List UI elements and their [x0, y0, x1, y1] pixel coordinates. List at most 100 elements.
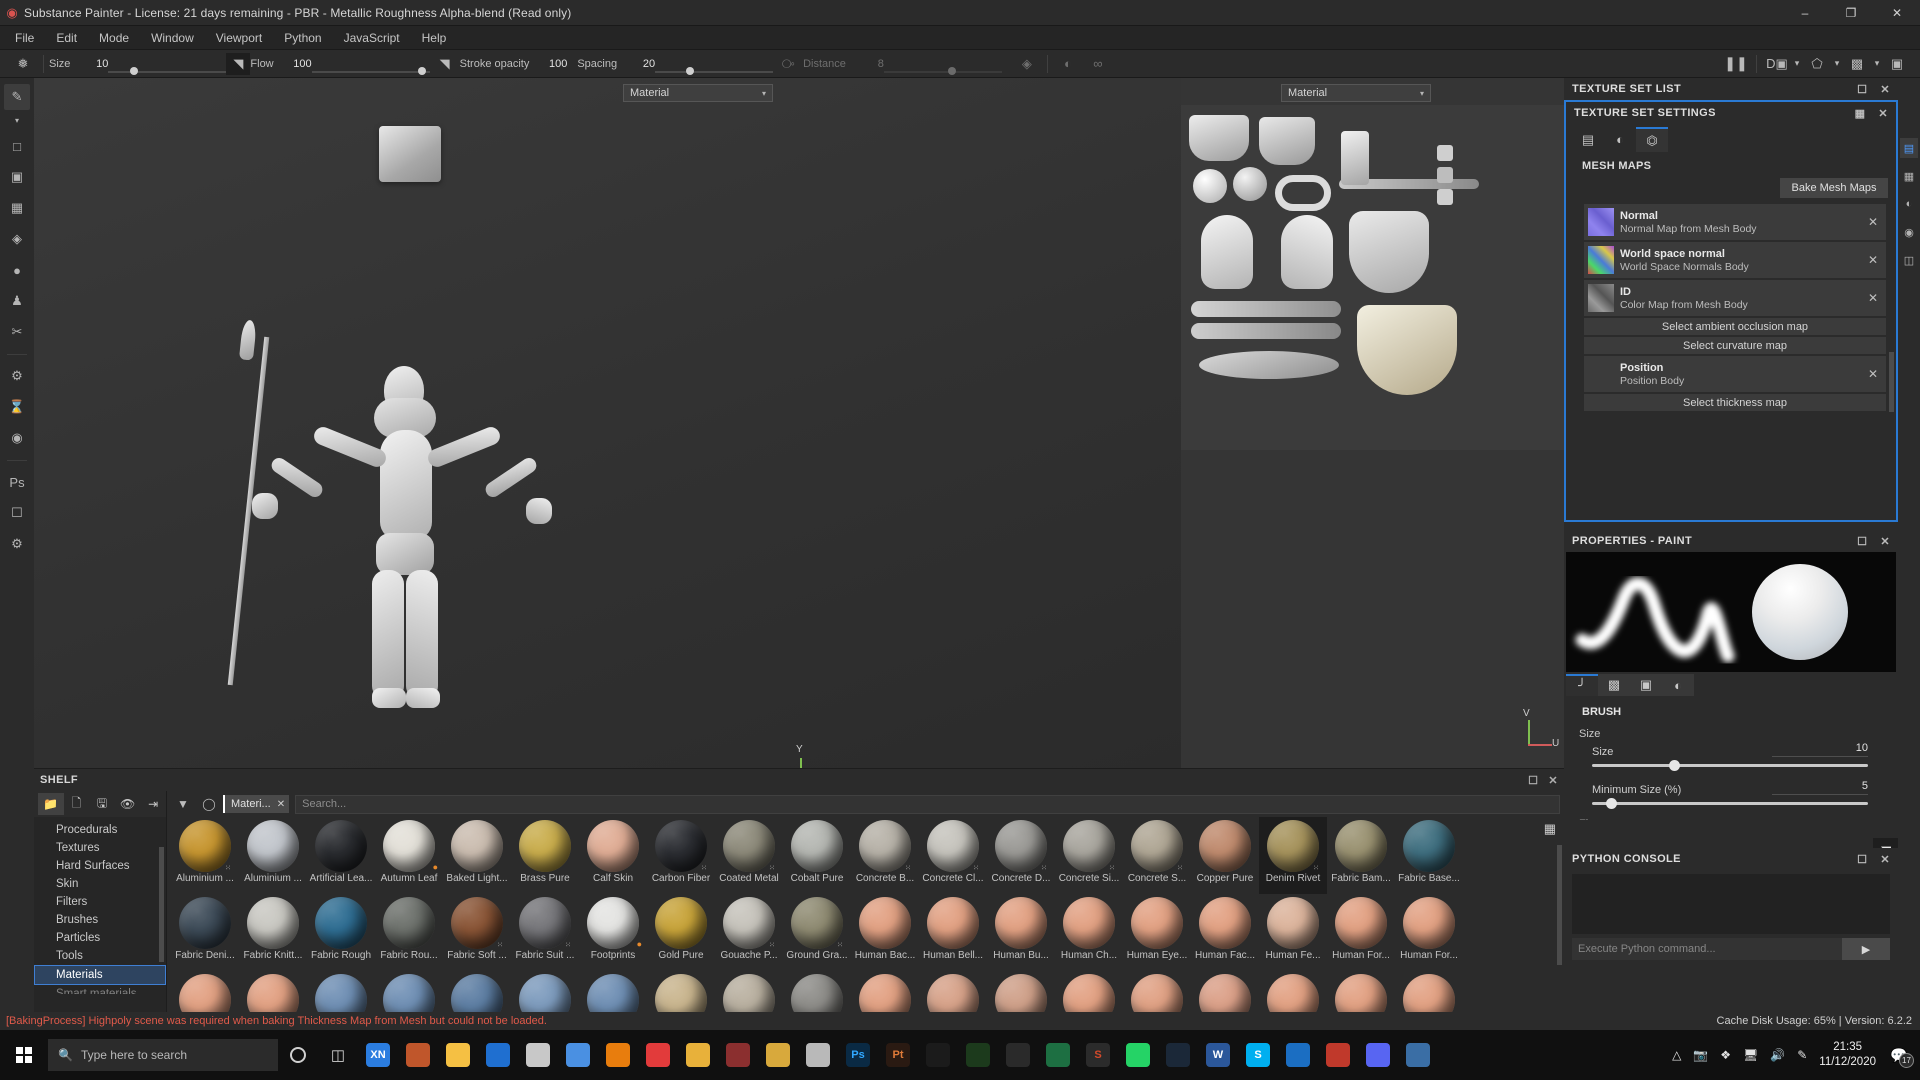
texture-set-list-float-icon[interactable]: ☐ [1857, 83, 1867, 96]
texture-set-settings-scrollbar[interactable] [1889, 352, 1894, 412]
shelf-float-icon[interactable]: ☐ [1528, 774, 1538, 787]
brush-chevron-icon[interactable]: ▾ [4, 115, 30, 125]
material-cell[interactable]: Human Fac... [1191, 894, 1259, 971]
excel-icon[interactable] [1038, 1030, 1078, 1080]
photoshop-icon[interactable]: Ps [838, 1030, 878, 1080]
material-cell[interactable]: ⁙ Ground Gra... [783, 894, 851, 971]
search-input[interactable]: Search... [295, 794, 1560, 814]
python-command-input[interactable]: Execute Python command... [1572, 938, 1842, 960]
material-cell[interactable]: ⁙ Fabric Soft ... [443, 894, 511, 971]
import-icon[interactable]: ⇥ [140, 793, 166, 815]
display-icon[interactable]: 🖥 [1743, 1048, 1758, 1062]
id-map-remove-icon[interactable]: ✕ [1868, 291, 1878, 305]
taskbar-clock[interactable]: 21:35 11/12/2020 [1819, 1040, 1876, 1070]
xnview-icon[interactable]: XN [358, 1030, 398, 1080]
export-icon[interactable]: ☐ [4, 500, 30, 526]
texture-set-settings-close-icon[interactable]: ✕ [1878, 107, 1888, 120]
clone-stamp-icon[interactable]: ● [4, 257, 30, 283]
media-icon[interactable] [1278, 1030, 1318, 1080]
maximize-button[interactable]: ❐ [1828, 0, 1874, 26]
menu-javascript[interactable]: JavaScript [333, 27, 411, 49]
alpha-grid-icon[interactable]: ▩ [1598, 674, 1630, 696]
select-curvature-map-button[interactable]: Select curvature map [1584, 337, 1886, 354]
shading-sphere-icon[interactable]: ◐ [1604, 127, 1636, 152]
chrome-icon[interactable] [558, 1030, 598, 1080]
material-cell[interactable]: Human Bell... [919, 894, 987, 971]
material-cell[interactable]: Fabric Base... [1395, 817, 1463, 894]
stencil-square-icon[interactable]: ▣ [1630, 674, 1662, 696]
viewport-3d[interactable]: Y X Z [34, 78, 1181, 768]
shelf-cat-tools[interactable]: Tools [34, 947, 166, 965]
material-cell[interactable]: Human For... [1395, 894, 1463, 971]
taskbar-search[interactable]: 🔍 Type here to search [48, 1039, 278, 1071]
material-cell[interactable]: ⁙ Coated Metal [715, 817, 783, 894]
skype-icon[interactable]: S [1238, 1030, 1278, 1080]
mesh-maps-icon[interactable]: ⏣ [1636, 127, 1668, 152]
mesh-map-row-position[interactable]: Position Position Body ✕ [1584, 356, 1886, 392]
material-cell[interactable]: Human Bac... [851, 894, 919, 971]
fill-variation-icon[interactable]: ◐ [1053, 51, 1083, 77]
notification-icon[interactable]: 💬 17 [1888, 1044, 1914, 1068]
material-cell[interactable]: Fabric Knitt... [239, 894, 307, 971]
material-cell[interactable]: Fabric Bam... [1327, 817, 1395, 894]
webcam-icon[interactable]: 📷 [1693, 1048, 1708, 1062]
settings-sliders-icon[interactable]: ▤ [1572, 127, 1604, 152]
task-view-icon[interactable]: ◫ [318, 1030, 358, 1080]
camera-view-icon[interactable]: ▩ [1842, 51, 1872, 77]
shelf-cat-textures[interactable]: Textures [34, 839, 166, 857]
material-cell[interactable]: Artificial Lea... [307, 817, 375, 894]
brush-minimum-size-slider[interactable]: Minimum Size (%) 5 [1592, 780, 1868, 810]
circle-icon[interactable]: ◯ [197, 793, 221, 815]
filter-tag-close-icon[interactable]: ✕ [277, 799, 285, 810]
shelf-close-icon[interactable]: ✕ [1548, 774, 1558, 787]
search2-icon[interactable] [798, 1030, 838, 1080]
position-map-remove-icon[interactable]: ✕ [1868, 367, 1878, 381]
stroke-opacity-icon[interactable]: ◥ [430, 51, 460, 77]
shelf-cat-smart-materials[interactable]: Smart materials [34, 985, 166, 994]
material-cell[interactable]: Fabric Rough [307, 894, 375, 971]
mesh-map-row-normal[interactable]: Normal Normal Map from Mesh Body ✕ [1584, 204, 1886, 240]
shelf-cat-hard-surfaces[interactable]: Hard Surfaces [34, 857, 166, 875]
record-icon[interactable] [638, 1030, 678, 1080]
windows-start-button[interactable] [0, 1030, 48, 1080]
stencil-icon[interactable]: ▦ [4, 195, 30, 221]
display-channel-icon[interactable]: D▣ [1762, 51, 1792, 77]
texture-set-settings-rail-icon[interactable]: ▦ [1900, 166, 1918, 186]
volume-icon[interactable]: 🔊 [1770, 1048, 1785, 1062]
shading-cube-icon[interactable]: ⬠ [1802, 51, 1832, 77]
shelf-cat-particles[interactable]: Particles [34, 929, 166, 947]
material-cell[interactable]: Baked Light... [443, 817, 511, 894]
select-thickness-map-button[interactable]: Select thickness map [1584, 394, 1886, 411]
param-spacing[interactable]: Spacing 20 [577, 50, 774, 78]
painter-icon[interactable]: Pt [878, 1030, 918, 1080]
pdf-icon[interactable] [1318, 1030, 1358, 1080]
eraser-icon[interactable]: □ [4, 133, 30, 159]
mail-icon[interactable] [478, 1030, 518, 1080]
mesh-map-row-world-space-normal[interactable]: World space normal World Space Normals B… [1584, 242, 1886, 278]
material-cell[interactable]: ● Autumn Leaf [375, 817, 443, 894]
normal-map-remove-icon[interactable]: ✕ [1868, 215, 1878, 229]
viewport[interactable]: Y X Z Material ▾ [34, 78, 1564, 768]
photoshop-link-icon[interactable]: Ps [4, 469, 30, 495]
material-cell[interactable]: Copper Pure [1191, 817, 1259, 894]
adobe-icon[interactable] [718, 1030, 758, 1080]
viewport-2d-uv[interactable] [1181, 105, 1564, 450]
close-button[interactable]: ✕ [1874, 0, 1920, 26]
display-settings-rail-icon[interactable]: ◉ [1900, 222, 1918, 242]
texture-set-list-rail-icon[interactable]: ▤ [1900, 138, 1918, 158]
link-icon[interactable]: ∞ [1083, 51, 1113, 77]
material-cell[interactable]: Human Eye... [1123, 894, 1191, 971]
menu-window[interactable]: Window [140, 27, 205, 49]
properties-paint-float-icon[interactable]: ☐ [1857, 535, 1867, 548]
bake-mesh-maps-button[interactable]: Bake Mesh Maps [1780, 178, 1888, 198]
sketchfab-icon[interactable]: S [1078, 1030, 1118, 1080]
baker-icon[interactable]: ◉ [4, 425, 30, 451]
shelf-cat-procedurals[interactable]: Procedurals [34, 821, 166, 839]
brush-size-slider[interactable]: Size 10 [1592, 742, 1868, 772]
designer-icon[interactable] [958, 1030, 998, 1080]
pen-icon[interactable]: ✎ [1797, 1048, 1807, 1062]
material-cell[interactable]: Cobalt Pure [783, 817, 851, 894]
steam-icon[interactable] [1158, 1030, 1198, 1080]
param-flow[interactable]: Flow 100 [250, 50, 430, 78]
mesh-map-row-id[interactable]: ID Color Map from Mesh Body ✕ [1584, 280, 1886, 316]
